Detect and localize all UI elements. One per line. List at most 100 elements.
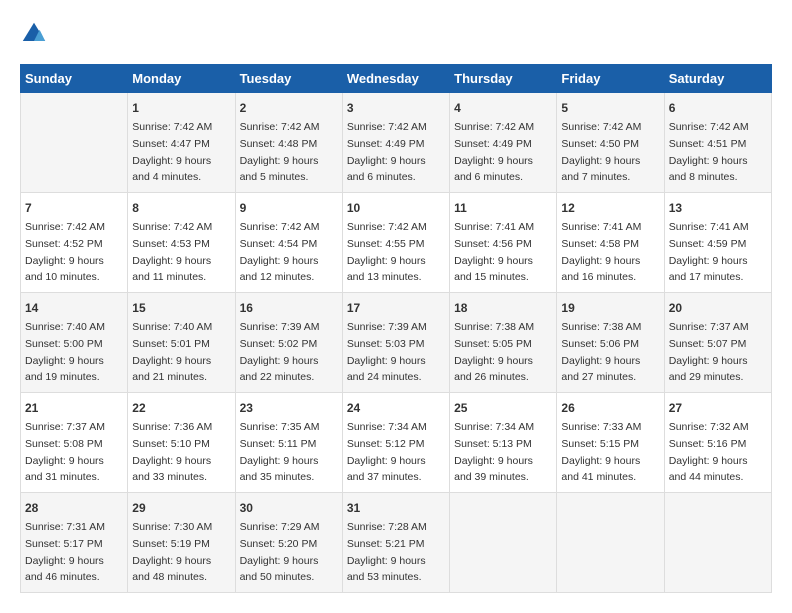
header-monday: Monday xyxy=(128,65,235,93)
day-info: Sunrise: 7:36 AM Sunset: 5:10 PM Dayligh… xyxy=(132,421,212,483)
day-number: 22 xyxy=(132,399,230,417)
day-number: 12 xyxy=(561,199,659,217)
day-info: Sunrise: 7:42 AM Sunset: 4:47 PM Dayligh… xyxy=(132,121,212,183)
day-info: Sunrise: 7:42 AM Sunset: 4:48 PM Dayligh… xyxy=(240,121,320,183)
calendar-cell: 26 Sunrise: 7:33 AM Sunset: 5:15 PM Dayli… xyxy=(557,393,664,493)
calendar-cell: 19Sunrise: 7:38 AM Sunset: 5:06 PM Dayli… xyxy=(557,293,664,393)
calendar-cell xyxy=(450,493,557,593)
day-info: Sunrise: 7:41 AM Sunset: 4:56 PM Dayligh… xyxy=(454,221,534,283)
day-info: Sunrise: 7:34 AM Sunset: 5:13 PM Dayligh… xyxy=(454,421,534,483)
calendar-cell: 20 Sunrise: 7:37 AM Sunset: 5:07 PM Dayli… xyxy=(664,293,771,393)
day-number: 27 xyxy=(669,399,767,417)
calendar-cell: 27 Sunrise: 7:32 AM Sunset: 5:16 PM Dayli… xyxy=(664,393,771,493)
day-info: Sunrise: 7:42 AM Sunset: 4:50 PM Dayligh… xyxy=(561,121,641,183)
day-number: 17 xyxy=(347,299,445,317)
day-info: Sunrise: 7:30 AM Sunset: 5:19 PM Dayligh… xyxy=(132,521,212,583)
day-info: Sunrise: 7:42 AM Sunset: 4:53 PM Dayligh… xyxy=(132,221,212,283)
calendar-cell xyxy=(557,493,664,593)
day-number: 24 xyxy=(347,399,445,417)
day-info: Sunrise: 7:32 AM Sunset: 5:16 PM Dayligh… xyxy=(669,421,749,483)
calendar-cell: 10Sunrise: 7:42 AM Sunset: 4:55 PM Dayli… xyxy=(342,193,449,293)
day-info: Sunrise: 7:37 AM Sunset: 5:07 PM Dayligh… xyxy=(669,321,749,383)
calendar-cell xyxy=(21,93,128,193)
logo-icon xyxy=(20,20,48,48)
calendar-cell: 7 Sunrise: 7:42 AM Sunset: 4:52 PM Daylig… xyxy=(21,193,128,293)
calendar-cell: 28 Sunrise: 7:31 AM Sunset: 5:17 PM Dayli… xyxy=(21,493,128,593)
day-info: Sunrise: 7:42 AM Sunset: 4:54 PM Dayligh… xyxy=(240,221,320,283)
calendar-cell: 3 Sunrise: 7:42 AM Sunset: 4:49 PM Daylig… xyxy=(342,93,449,193)
header-friday: Friday xyxy=(557,65,664,93)
calendar-cell: 14Sunrise: 7:40 AM Sunset: 5:00 PM Dayli… xyxy=(21,293,128,393)
day-number: 30 xyxy=(240,499,338,517)
day-info: Sunrise: 7:42 AM Sunset: 4:49 PM Dayligh… xyxy=(347,121,427,183)
day-info: Sunrise: 7:29 AM Sunset: 5:20 PM Dayligh… xyxy=(240,521,320,583)
day-info: Sunrise: 7:41 AM Sunset: 4:59 PM Dayligh… xyxy=(669,221,749,283)
calendar-cell: 8 Sunrise: 7:42 AM Sunset: 4:53 PM Daylig… xyxy=(128,193,235,293)
day-info: Sunrise: 7:31 AM Sunset: 5:17 PM Dayligh… xyxy=(25,521,105,583)
day-number: 16 xyxy=(240,299,338,317)
calendar-cell: 5 Sunrise: 7:42 AM Sunset: 4:50 PM Daylig… xyxy=(557,93,664,193)
day-info: Sunrise: 7:28 AM Sunset: 5:21 PM Dayligh… xyxy=(347,521,427,583)
day-number: 25 xyxy=(454,399,552,417)
day-info: Sunrise: 7:42 AM Sunset: 4:51 PM Dayligh… xyxy=(669,121,749,183)
header-tuesday: Tuesday xyxy=(235,65,342,93)
day-info: Sunrise: 7:34 AM Sunset: 5:12 PM Dayligh… xyxy=(347,421,427,483)
calendar-cell: 11 Sunrise: 7:41 AM Sunset: 4:56 PM Dayli… xyxy=(450,193,557,293)
calendar-cell: 9Sunrise: 7:42 AM Sunset: 4:54 PM Daylig… xyxy=(235,193,342,293)
header-saturday: Saturday xyxy=(664,65,771,93)
day-number: 1 xyxy=(132,99,230,117)
day-info: Sunrise: 7:39 AM Sunset: 5:02 PM Dayligh… xyxy=(240,321,320,383)
day-number: 19 xyxy=(561,299,659,317)
logo xyxy=(20,20,52,48)
day-number: 6 xyxy=(669,99,767,117)
calendar-cell: 29 Sunrise: 7:30 AM Sunset: 5:19 PM Dayli… xyxy=(128,493,235,593)
week-row-1: 1 Sunrise: 7:42 AM Sunset: 4:47 PM Daylig… xyxy=(21,93,772,193)
header-thursday: Thursday xyxy=(450,65,557,93)
day-number: 5 xyxy=(561,99,659,117)
day-number: 13 xyxy=(669,199,767,217)
day-info: Sunrise: 7:35 AM Sunset: 5:11 PM Dayligh… xyxy=(240,421,320,483)
day-number: 7 xyxy=(25,199,123,217)
day-number: 18 xyxy=(454,299,552,317)
calendar-cell: 22 Sunrise: 7:36 AM Sunset: 5:10 PM Dayli… xyxy=(128,393,235,493)
week-row-2: 7 Sunrise: 7:42 AM Sunset: 4:52 PM Daylig… xyxy=(21,193,772,293)
day-number: 20 xyxy=(669,299,767,317)
day-number: 2 xyxy=(240,99,338,117)
calendar-cell: 24 Sunrise: 7:34 AM Sunset: 5:12 PM Dayli… xyxy=(342,393,449,493)
day-number: 3 xyxy=(347,99,445,117)
calendar-cell: 23 Sunrise: 7:35 AM Sunset: 5:11 PM Dayli… xyxy=(235,393,342,493)
day-info: Sunrise: 7:33 AM Sunset: 5:15 PM Dayligh… xyxy=(561,421,641,483)
calendar-cell: 6 Sunrise: 7:42 AM Sunset: 4:51 PM Daylig… xyxy=(664,93,771,193)
day-info: Sunrise: 7:38 AM Sunset: 5:05 PM Dayligh… xyxy=(454,321,534,383)
calendar-cell: 25 Sunrise: 7:34 AM Sunset: 5:13 PM Dayli… xyxy=(450,393,557,493)
calendar-cell: 1 Sunrise: 7:42 AM Sunset: 4:47 PM Daylig… xyxy=(128,93,235,193)
day-number: 31 xyxy=(347,499,445,517)
calendar-cell: 13 Sunrise: 7:41 AM Sunset: 4:59 PM Dayli… xyxy=(664,193,771,293)
day-number: 21 xyxy=(25,399,123,417)
day-info: Sunrise: 7:41 AM Sunset: 4:58 PM Dayligh… xyxy=(561,221,641,283)
week-row-4: 21Sunrise: 7:37 AM Sunset: 5:08 PM Dayli… xyxy=(21,393,772,493)
day-info: Sunrise: 7:42 AM Sunset: 4:49 PM Dayligh… xyxy=(454,121,534,183)
calendar-table: SundayMondayTuesdayWednesdayThursdayFrid… xyxy=(20,64,772,593)
day-number: 10 xyxy=(347,199,445,217)
calendar-cell: 17Sunrise: 7:39 AM Sunset: 5:03 PM Dayli… xyxy=(342,293,449,393)
day-info: Sunrise: 7:40 AM Sunset: 5:01 PM Dayligh… xyxy=(132,321,212,383)
day-number: 11 xyxy=(454,199,552,217)
day-number: 14 xyxy=(25,299,123,317)
day-number: 28 xyxy=(25,499,123,517)
calendar-cell: 18 Sunrise: 7:38 AM Sunset: 5:05 PM Dayli… xyxy=(450,293,557,393)
calendar-cell: 21Sunrise: 7:37 AM Sunset: 5:08 PM Dayli… xyxy=(21,393,128,493)
day-number: 23 xyxy=(240,399,338,417)
day-number: 4 xyxy=(454,99,552,117)
page-header xyxy=(20,20,772,48)
calendar-cell: 30 Sunrise: 7:29 AM Sunset: 5:20 PM Dayli… xyxy=(235,493,342,593)
week-row-5: 28 Sunrise: 7:31 AM Sunset: 5:17 PM Dayli… xyxy=(21,493,772,593)
calendar-cell: 12 Sunrise: 7:41 AM Sunset: 4:58 PM Dayli… xyxy=(557,193,664,293)
calendar-cell: 16 Sunrise: 7:39 AM Sunset: 5:02 PM Dayli… xyxy=(235,293,342,393)
day-number: 8 xyxy=(132,199,230,217)
day-number: 26 xyxy=(561,399,659,417)
calendar-cell: 4 Sunrise: 7:42 AM Sunset: 4:49 PM Daylig… xyxy=(450,93,557,193)
day-info: Sunrise: 7:42 AM Sunset: 4:52 PM Dayligh… xyxy=(25,221,105,283)
day-number: 29 xyxy=(132,499,230,517)
calendar-cell xyxy=(664,493,771,593)
